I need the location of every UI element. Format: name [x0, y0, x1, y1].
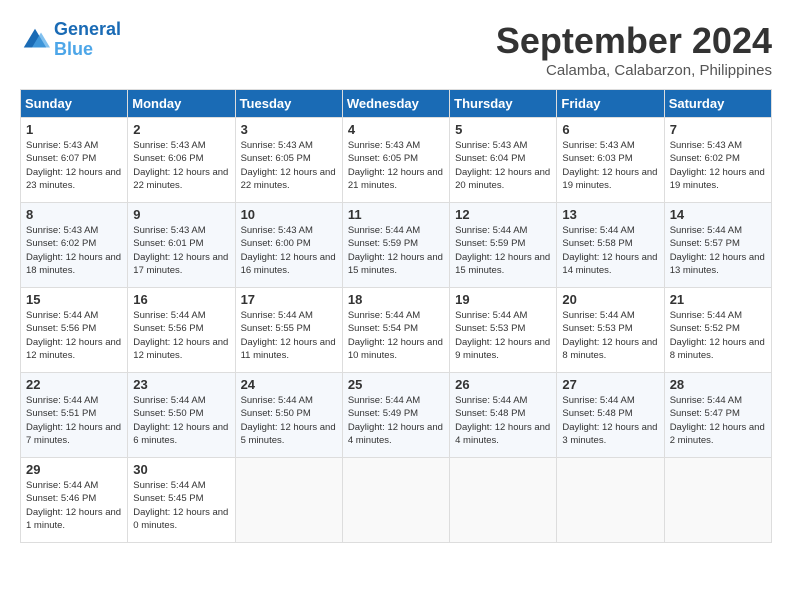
table-row: 28 Sunrise: 5:44 AMSunset: 5:47 PMDaylig… [664, 373, 771, 458]
table-row: 23 Sunrise: 5:44 AMSunset: 5:50 PMDaylig… [128, 373, 235, 458]
table-row: 26 Sunrise: 5:44 AMSunset: 5:48 PMDaylig… [450, 373, 557, 458]
table-row: 20 Sunrise: 5:44 AMSunset: 5:53 PMDaylig… [557, 288, 664, 373]
table-row: 4 Sunrise: 5:43 AMSunset: 6:05 PMDayligh… [342, 118, 449, 203]
col-saturday: Saturday [664, 90, 771, 118]
table-row: 13 Sunrise: 5:44 AMSunset: 5:58 PMDaylig… [557, 203, 664, 288]
table-row: 9 Sunrise: 5:43 AMSunset: 6:01 PMDayligh… [128, 203, 235, 288]
table-row: 18 Sunrise: 5:44 AMSunset: 5:54 PMDaylig… [342, 288, 449, 373]
col-friday: Friday [557, 90, 664, 118]
table-row: 17 Sunrise: 5:44 AMSunset: 5:55 PMDaylig… [235, 288, 342, 373]
col-monday: Monday [128, 90, 235, 118]
table-row: 7 Sunrise: 5:43 AMSunset: 6:02 PMDayligh… [664, 118, 771, 203]
table-row: 15 Sunrise: 5:44 AMSunset: 5:56 PMDaylig… [21, 288, 128, 373]
table-row: 2 Sunrise: 5:43 AMSunset: 6:06 PMDayligh… [128, 118, 235, 203]
table-row: 3 Sunrise: 5:43 AMSunset: 6:05 PMDayligh… [235, 118, 342, 203]
table-row: 22 Sunrise: 5:44 AMSunset: 5:51 PMDaylig… [21, 373, 128, 458]
table-row [450, 458, 557, 543]
table-row: 10 Sunrise: 5:43 AMSunset: 6:00 PMDaylig… [235, 203, 342, 288]
title-block: September 2024 Calamba, Calabarzon, Phil… [496, 20, 772, 79]
table-row [557, 458, 664, 543]
table-row: 29 Sunrise: 5:44 AMSunset: 5:46 PMDaylig… [21, 458, 128, 543]
col-tuesday: Tuesday [235, 90, 342, 118]
col-sunday: Sunday [21, 90, 128, 118]
col-wednesday: Wednesday [342, 90, 449, 118]
table-row: 14 Sunrise: 5:44 AMSunset: 5:57 PMDaylig… [664, 203, 771, 288]
table-row: 21 Sunrise: 5:44 AMSunset: 5:52 PMDaylig… [664, 288, 771, 373]
table-row: 16 Sunrise: 5:44 AMSunset: 5:56 PMDaylig… [128, 288, 235, 373]
table-row: 12 Sunrise: 5:44 AMSunset: 5:59 PMDaylig… [450, 203, 557, 288]
calendar-table: Sunday Monday Tuesday Wednesday Thursday… [20, 89, 772, 543]
location: Calamba, Calabarzon, Philippines [496, 62, 772, 79]
table-row [235, 458, 342, 543]
table-row: 25 Sunrise: 5:44 AMSunset: 5:49 PMDaylig… [342, 373, 449, 458]
logo-text: General Blue [54, 20, 121, 60]
page-header: General Blue September 2024 Calamba, Cal… [20, 20, 772, 79]
logo-icon [20, 25, 50, 55]
col-thursday: Thursday [450, 90, 557, 118]
table-row: 30 Sunrise: 5:44 AMSunset: 5:45 PMDaylig… [128, 458, 235, 543]
table-row: 5 Sunrise: 5:43 AMSunset: 6:04 PMDayligh… [450, 118, 557, 203]
table-row: 1 Sunrise: 5:43 AMSunset: 6:07 PMDayligh… [21, 118, 128, 203]
table-row: 24 Sunrise: 5:44 AMSunset: 5:50 PMDaylig… [235, 373, 342, 458]
table-row: 19 Sunrise: 5:44 AMSunset: 5:53 PMDaylig… [450, 288, 557, 373]
month-title: September 2024 [496, 20, 772, 62]
table-row [664, 458, 771, 543]
table-row: 11 Sunrise: 5:44 AMSunset: 5:59 PMDaylig… [342, 203, 449, 288]
table-row: 27 Sunrise: 5:44 AMSunset: 5:48 PMDaylig… [557, 373, 664, 458]
table-row [342, 458, 449, 543]
header-row: Sunday Monday Tuesday Wednesday Thursday… [21, 90, 772, 118]
table-row: 8 Sunrise: 5:43 AMSunset: 6:02 PMDayligh… [21, 203, 128, 288]
logo: General Blue [20, 20, 121, 60]
table-row: 6 Sunrise: 5:43 AMSunset: 6:03 PMDayligh… [557, 118, 664, 203]
